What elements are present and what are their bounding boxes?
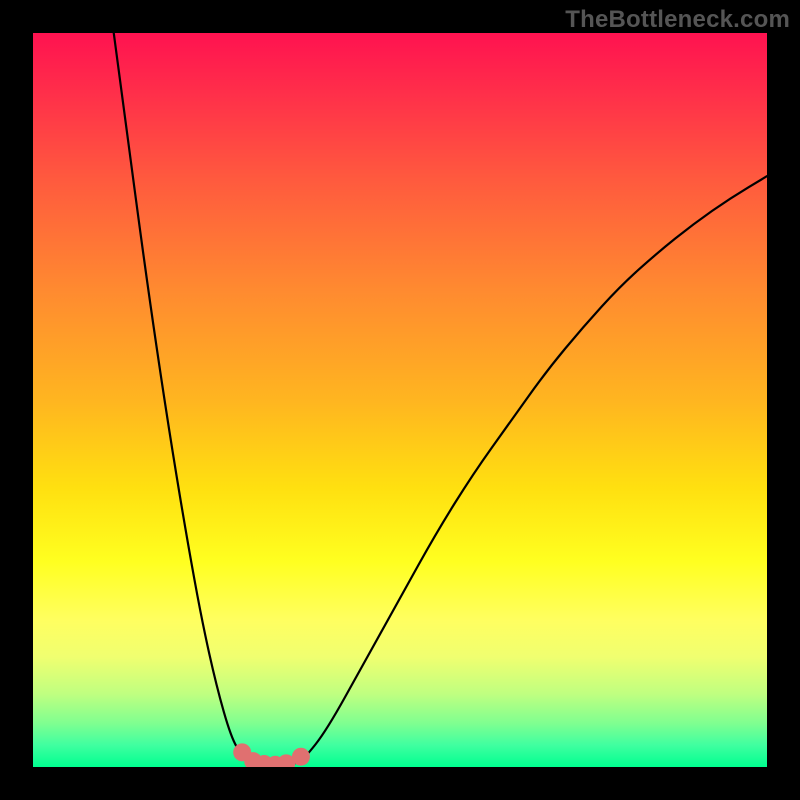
watermark-text: TheBottleneck.com <box>565 6 790 34</box>
bottleneck-curve <box>114 33 767 766</box>
curve-markers <box>233 743 310 767</box>
chart-frame <box>33 33 767 767</box>
curve-marker <box>292 748 310 766</box>
chart-svg <box>33 33 767 767</box>
